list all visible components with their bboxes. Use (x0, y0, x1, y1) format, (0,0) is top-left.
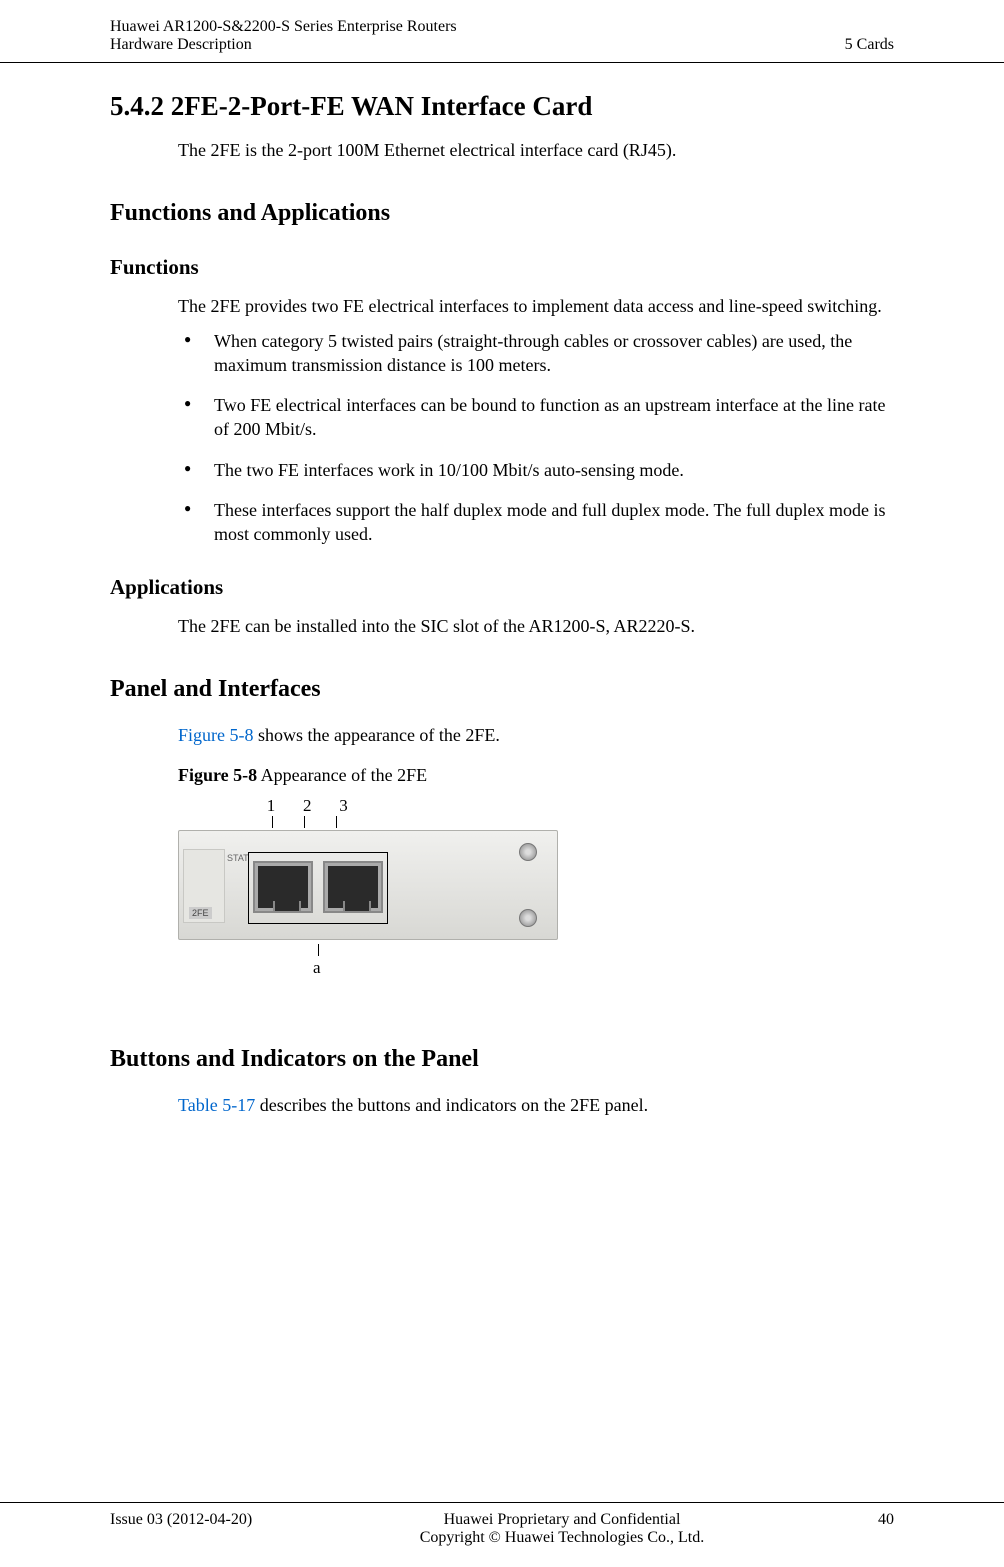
rj45-port-1-icon (323, 861, 383, 913)
footer-issue: Issue 03 (2012-04-20) (110, 1511, 310, 1529)
figure-caption: Figure 5-8 Appearance of the 2FE (178, 765, 894, 786)
section-title: 5.4.2 2FE-2-Port-FE WAN Interface Card (110, 91, 894, 122)
panel-intro-post: shows the appearance of the 2FE. (254, 725, 500, 745)
functions-heading: Functions (110, 255, 894, 280)
figure-label-a: a (313, 958, 321, 978)
figure-caption-rest: Appearance of the 2FE (257, 765, 427, 785)
buttons-text-post: describes the buttons and indicators on … (255, 1095, 648, 1115)
footer-confidential: Huawei Proprietary and Confidential (310, 1511, 814, 1529)
figure-tick-1 (272, 816, 273, 828)
buttons-heading: Buttons and Indicators on the Panel (110, 1046, 894, 1073)
applications-heading: Applications (110, 575, 894, 600)
screw-icon (519, 843, 537, 861)
fe-label: 2FE (189, 907, 212, 919)
figure-label-3: 3 (337, 796, 351, 816)
figure-tick-a (318, 944, 319, 956)
section-intro: The 2FE is the 2-port 100M Ethernet elec… (178, 138, 894, 162)
rj45-port-0-icon (253, 861, 313, 913)
applications-text: The 2FE can be installed into the SIC sl… (178, 614, 894, 638)
figure-caption-bold: Figure 5-8 (178, 765, 257, 785)
list-item: When category 5 twisted pairs (straight-… (178, 329, 894, 378)
footer-copyright: Copyright © Huawei Technologies Co., Ltd… (310, 1529, 814, 1547)
page-header: Huawei AR1200-S&2200-S Series Enterprise… (0, 0, 1004, 63)
screw-icon (519, 909, 537, 927)
buttons-text: Table 5-17 describes the buttons and ind… (178, 1093, 894, 1117)
functions-intro: The 2FE provides two FE electrical inter… (178, 294, 894, 318)
stat-label: STAT (227, 853, 249, 863)
table-ref-link[interactable]: Table 5-17 (178, 1095, 255, 1115)
functions-bullet-list: When category 5 twisted pairs (straight-… (178, 329, 894, 547)
figure-tick-3 (336, 816, 337, 828)
footer-page-number: 40 (814, 1511, 894, 1529)
page-footer: Issue 03 (2012-04-20) Huawei Proprietary… (0, 1502, 1004, 1547)
functions-apps-heading: Functions and Applications (110, 200, 894, 227)
figure-2fe-appearance: 1 2 3 STAT 2FE a (178, 796, 558, 986)
page-content: 5.4.2 2FE-2-Port-FE WAN Interface Card T… (0, 91, 1004, 1118)
list-item: Two FE electrical interfaces can be boun… (178, 393, 894, 442)
figure-label-2: 2 (300, 796, 314, 816)
list-item: These interfaces support the half duplex… (178, 498, 894, 547)
figure-label-1: 1 (264, 796, 278, 816)
figure-ref-link[interactable]: Figure 5-8 (178, 725, 254, 745)
card-image: STAT 2FE (178, 830, 558, 940)
panel-intro: Figure 5-8 shows the appearance of the 2… (178, 723, 894, 747)
figure-top-labels: 1 2 3 (264, 796, 351, 816)
header-product-line2: Hardware Description (110, 36, 457, 54)
panel-heading: Panel and Interfaces (110, 676, 894, 703)
list-item: The two FE interfaces work in 10/100 Mbi… (178, 458, 894, 482)
header-product-line1: Huawei AR1200-S&2200-S Series Enterprise… (110, 18, 457, 36)
figure-tick-2 (304, 816, 305, 828)
header-chapter: 5 Cards (845, 36, 894, 54)
